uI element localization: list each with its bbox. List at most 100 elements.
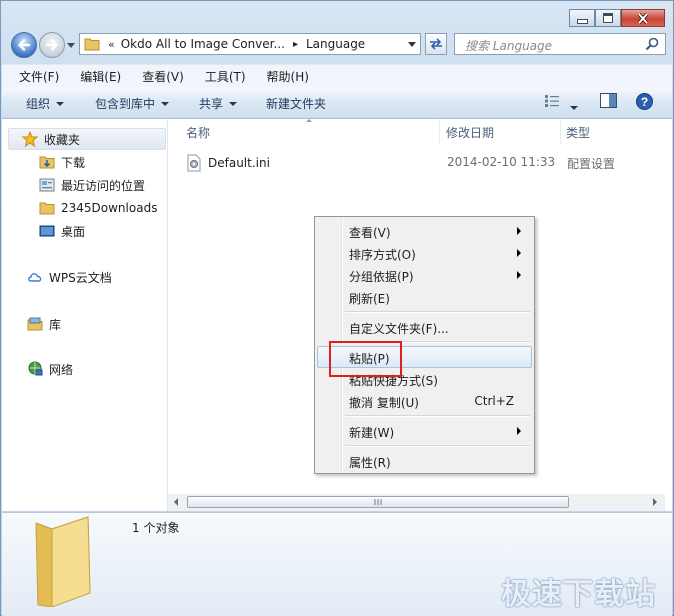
menu-item-view[interactable]: 查看(V) bbox=[317, 220, 532, 242]
menu-item-properties[interactable]: 属性(R) bbox=[317, 450, 532, 472]
address-history-dropdown[interactable] bbox=[408, 42, 416, 47]
menu-item-new-label: 新建(W) bbox=[349, 426, 395, 440]
menu-item-new[interactable]: 新建(W) bbox=[317, 420, 532, 442]
maximize-button[interactable] bbox=[595, 9, 621, 27]
file-name: Default.ini bbox=[208, 156, 270, 170]
minimize-button[interactable] bbox=[569, 9, 595, 27]
menu-item-view-label: 查看(V) bbox=[349, 226, 391, 240]
back-button[interactable] bbox=[11, 32, 37, 58]
nav-favorites-label: 收藏夹 bbox=[44, 132, 81, 147]
menu-tools[interactable]: 工具(T) bbox=[188, 68, 250, 85]
chevron-down-icon bbox=[161, 102, 170, 106]
include-in-library-button[interactable]: 包含到库中 bbox=[95, 95, 170, 112]
highlight-annotation-box bbox=[329, 341, 402, 377]
chevron-down-icon bbox=[229, 102, 238, 106]
sort-ascending-icon bbox=[306, 119, 312, 122]
share-button[interactable]: 共享 bbox=[199, 95, 238, 112]
menu-view[interactable]: 查看(V) bbox=[125, 68, 188, 85]
nav-network[interactable]: 网络 bbox=[27, 358, 73, 380]
window-caption-buttons bbox=[569, 9, 665, 27]
item-count: 1 个对象 bbox=[132, 521, 180, 535]
menu-item-group[interactable]: 分组依据(P) bbox=[317, 264, 532, 286]
column-divider[interactable] bbox=[439, 119, 440, 145]
star-icon bbox=[22, 131, 38, 147]
svg-text:?: ? bbox=[641, 95, 648, 109]
menu-separator bbox=[345, 311, 530, 313]
refresh-button[interactable] bbox=[425, 33, 447, 55]
watermark-text: 极速下载站 bbox=[501, 577, 656, 612]
menu-item-customize-folder[interactable]: 自定义文件夹(F)... bbox=[317, 316, 532, 338]
folder-icon bbox=[39, 200, 55, 216]
preview-pane-button[interactable] bbox=[600, 93, 617, 111]
nav-wps-cloud[interactable]: WPS云文档 bbox=[27, 266, 112, 288]
downloads-folder-icon bbox=[39, 154, 55, 170]
preview-pane-icon bbox=[600, 93, 617, 108]
forward-button[interactable] bbox=[39, 32, 65, 58]
organize-label: 组织 bbox=[26, 97, 51, 111]
nav-downloads-label: 下载 bbox=[61, 155, 86, 170]
scroll-left-arrow[interactable] bbox=[174, 498, 178, 506]
change-view-button[interactable] bbox=[544, 94, 560, 111]
desktop-icon bbox=[39, 223, 55, 239]
ini-settings-icon bbox=[187, 154, 201, 172]
nav-2345downloads-label: 2345Downloads bbox=[61, 201, 158, 215]
chevron-down-icon bbox=[570, 106, 578, 110]
column-header-type[interactable]: 类型 bbox=[566, 124, 590, 141]
nav-2345downloads[interactable]: 2345Downloads bbox=[39, 197, 157, 219]
close-icon bbox=[637, 12, 649, 24]
library-icon bbox=[27, 316, 43, 332]
column-header-name[interactable]: 名称 bbox=[186, 124, 210, 141]
nav-recent-places[interactable]: 最近访问的位置 bbox=[39, 174, 145, 196]
menu-item-undo-shortcut: Ctrl+Z bbox=[474, 394, 514, 408]
nav-favorites[interactable]: 收藏夹 bbox=[8, 128, 166, 150]
organize-button[interactable]: 组织 bbox=[26, 95, 65, 112]
menu-edit[interactable]: 编辑(E) bbox=[63, 68, 125, 85]
arrow-right-icon bbox=[45, 39, 58, 51]
address-overflow-chevron[interactable]: « bbox=[108, 38, 115, 51]
scroll-right-arrow[interactable] bbox=[653, 498, 657, 506]
include-library-label: 包含到库中 bbox=[95, 97, 156, 111]
search-placeholder: 搜索 Language bbox=[465, 39, 553, 53]
details-pane: 1 个对象 极速下载站 bbox=[2, 512, 672, 616]
nav-downloads[interactable]: 下载 bbox=[39, 151, 85, 173]
new-folder-button[interactable]: 新建文件夹 bbox=[266, 95, 326, 112]
explorer-window: « Okdo All to Image Conver... ▸ Language… bbox=[0, 0, 674, 616]
chevron-down-icon bbox=[56, 102, 65, 106]
menu-item-customize-label: 自定义文件夹(F)... bbox=[349, 322, 449, 336]
view-details-icon bbox=[545, 95, 559, 107]
menu-help[interactable]: 帮助(H) bbox=[250, 68, 313, 85]
nav-desktop[interactable]: 桌面 bbox=[39, 220, 85, 242]
nav-recent-label: 最近访问的位置 bbox=[61, 178, 146, 193]
breadcrumb-separator[interactable]: ▸ bbox=[293, 39, 298, 50]
menu-file[interactable]: 文件(F) bbox=[2, 68, 63, 85]
search-input[interactable]: 搜索 Language bbox=[454, 33, 666, 55]
menu-item-sort-label: 排序方式(O) bbox=[349, 248, 416, 262]
scrollbar-thumb[interactable] bbox=[187, 496, 569, 508]
column-header-modified[interactable]: 修改日期 bbox=[446, 124, 494, 141]
menu-item-sort[interactable]: 排序方式(O) bbox=[317, 242, 532, 264]
menu-item-undo-copy[interactable]: 撤消 复制(U) Ctrl+Z bbox=[317, 390, 532, 412]
breadcrumb-okdo[interactable]: Okdo All to Image Conver... bbox=[121, 37, 285, 51]
horizontal-scrollbar[interactable] bbox=[168, 494, 665, 511]
nav-libraries[interactable]: 库 bbox=[27, 313, 61, 335]
menu-item-refresh[interactable]: 刷新(E) bbox=[317, 286, 532, 308]
refresh-icon bbox=[430, 38, 442, 50]
nav-wps-label: WPS云文档 bbox=[49, 270, 112, 285]
navigation-pane: 收藏夹 下载 最近访问的位置 2345Downloads 桌面 WPS云文档 库… bbox=[2, 119, 168, 511]
file-modified: 2014-02-10 11:33 bbox=[447, 155, 556, 169]
folder-icon bbox=[84, 38, 100, 51]
breadcrumb-language[interactable]: Language bbox=[306, 37, 365, 51]
nav-network-label: 网络 bbox=[49, 362, 74, 377]
column-divider[interactable] bbox=[560, 119, 561, 145]
close-button[interactable] bbox=[621, 9, 665, 27]
arrow-left-icon bbox=[18, 39, 31, 51]
recent-pages-dropdown[interactable] bbox=[67, 43, 75, 48]
view-options-dropdown[interactable] bbox=[570, 101, 578, 115]
menu-item-undo-label: 撤消 复制(U) bbox=[349, 396, 419, 410]
help-button[interactable]: ? bbox=[636, 93, 653, 113]
file-row[interactable]: Default.ini bbox=[186, 154, 270, 172]
menu-item-group-label: 分组依据(P) bbox=[349, 270, 414, 284]
grip-icon bbox=[374, 499, 381, 505]
new-folder-label: 新建文件夹 bbox=[266, 97, 327, 111]
address-bar[interactable]: « Okdo All to Image Conver... ▸ Language bbox=[79, 33, 421, 55]
